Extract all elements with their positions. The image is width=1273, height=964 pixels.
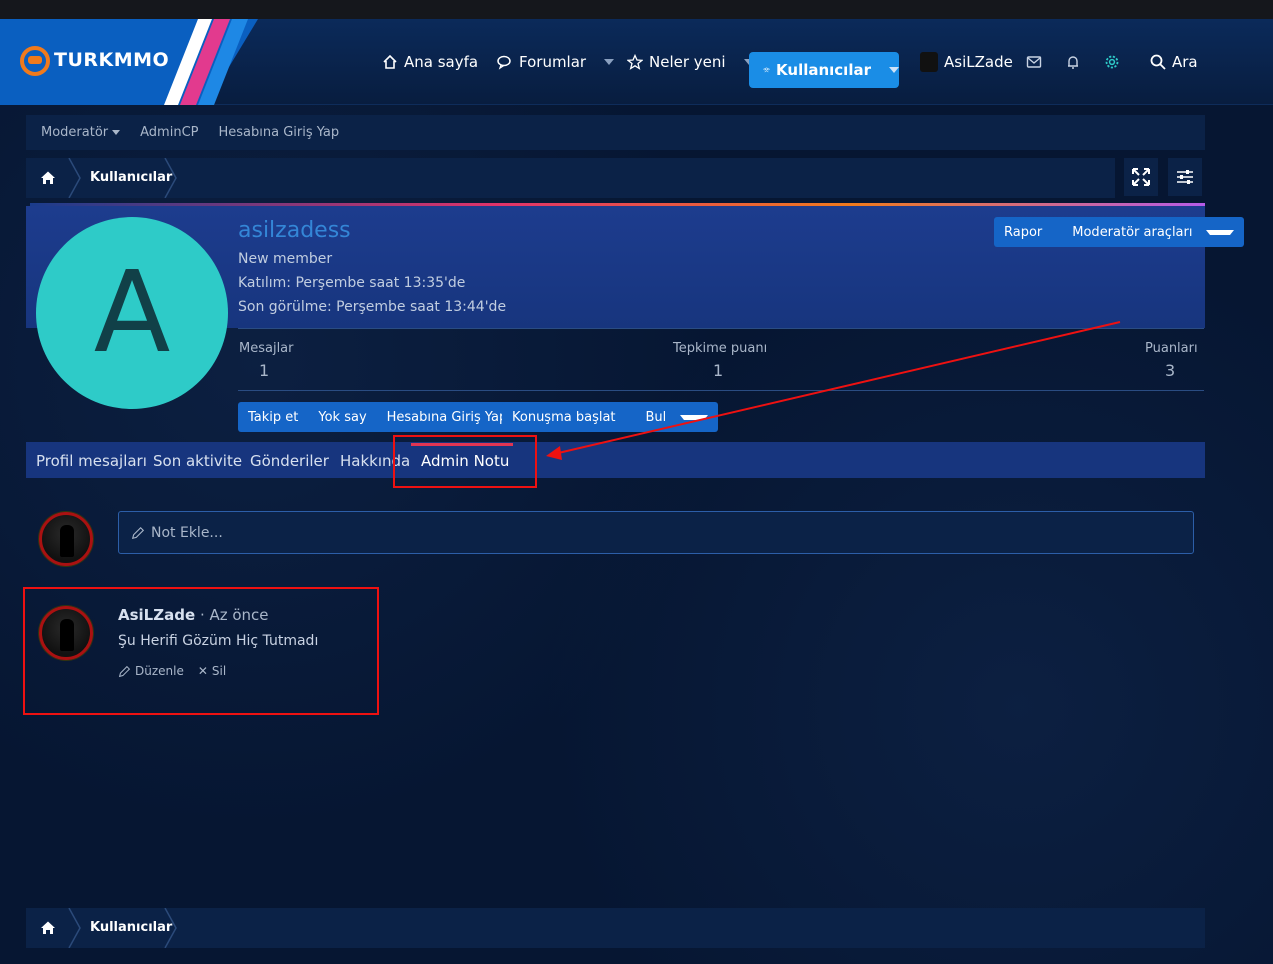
home-icon[interactable] bbox=[40, 920, 56, 936]
breadcrumb-members[interactable]: Kullanıcılar bbox=[90, 170, 172, 185]
nav-home[interactable]: Ana sayfa bbox=[382, 19, 478, 105]
profile-joined: Katılım: Perşembe saat 13:35'de bbox=[238, 275, 466, 291]
breadcrumb: Kullanıcılar bbox=[26, 158, 1115, 198]
stat-points-value[interactable]: 3 bbox=[1165, 361, 1175, 380]
profile-avatar[interactable]: A bbox=[36, 217, 228, 409]
star-icon bbox=[627, 54, 643, 70]
users-icon bbox=[763, 67, 770, 73]
nav-whats-new[interactable]: Neler yeni bbox=[627, 19, 754, 105]
breadcrumb-separator bbox=[68, 908, 81, 948]
stat-messages-label: Mesajlar bbox=[239, 341, 294, 356]
tab-profile-posts[interactable]: Profil mesajları bbox=[36, 452, 147, 470]
breadcrumb-separator bbox=[164, 908, 177, 948]
profile-username[interactable]: asilzadess bbox=[238, 218, 351, 243]
site-logo[interactable]: TURKMMO bbox=[54, 49, 169, 71]
nav-forums[interactable]: Forumlar bbox=[497, 19, 615, 105]
annotation-arrow bbox=[546, 321, 1121, 460]
subnav-moderator[interactable]: Moderatör bbox=[41, 125, 121, 140]
subnav-moderator-label: Moderatör bbox=[41, 125, 109, 140]
login-as-button[interactable]: Hesabına Giriş Yap bbox=[377, 410, 518, 425]
chevron-down-icon[interactable] bbox=[604, 59, 615, 65]
comments-icon bbox=[497, 55, 511, 70]
tab-latest-activity[interactable]: Son aktivite bbox=[153, 452, 242, 470]
gear-icon[interactable] bbox=[1104, 19, 1120, 105]
nav-user[interactable]: AsiLZade bbox=[920, 19, 1013, 105]
site-header: TURKMMO Ana sayfa Forumlar Neler yeni Ku… bbox=[0, 19, 1273, 105]
window-top-bar bbox=[0, 0, 1273, 19]
nav-search[interactable]: Ara bbox=[1150, 19, 1198, 105]
breadcrumb-separator bbox=[164, 158, 177, 198]
logo-stripes bbox=[164, 19, 248, 105]
expand-icon[interactable] bbox=[1124, 158, 1158, 196]
current-user-avatar[interactable] bbox=[39, 512, 93, 566]
nav-forums-label: Forumlar bbox=[519, 53, 587, 71]
tab-postings[interactable]: Gönderiler bbox=[250, 452, 329, 470]
breadcrumb-footer: Kullanıcılar bbox=[26, 908, 1205, 948]
annotation-box-note bbox=[23, 587, 379, 715]
profile-actions: Takip et Yok say Hesabına Giriş Yap bbox=[238, 402, 518, 432]
search-icon bbox=[1150, 54, 1166, 70]
profile-last-seen: Son görülme: Perşembe saat 13:44'de bbox=[238, 299, 507, 315]
nav-user-label: AsiLZade bbox=[944, 53, 1013, 71]
subnav-admincp[interactable]: AdminCP bbox=[140, 125, 198, 140]
home-icon[interactable] bbox=[40, 170, 56, 186]
nav-members-label: Kullanıcılar bbox=[776, 61, 871, 79]
inbox-icon[interactable] bbox=[1026, 19, 1042, 105]
home-icon bbox=[383, 54, 397, 69]
profile-top-actions: Rapor Moderatör araçları bbox=[994, 217, 1245, 247]
moderator-tools-button[interactable]: Moderatör araçları bbox=[1052, 225, 1244, 240]
sliders-icon[interactable] bbox=[1168, 158, 1202, 196]
report-button[interactable]: Rapor bbox=[994, 225, 1052, 240]
annotation-box-tab bbox=[393, 435, 537, 488]
stat-points-label: Puanları bbox=[1145, 341, 1198, 356]
ignore-button[interactable]: Yok say bbox=[308, 410, 376, 425]
nav-members[interactable]: Kullanıcılar bbox=[749, 52, 899, 88]
sub-navigation: Moderatör AdminCP Hesabına Giriş Yap bbox=[26, 115, 1205, 150]
add-note-input[interactable]: Not Ekle... bbox=[118, 511, 1194, 554]
pencil-icon bbox=[131, 526, 145, 539]
bell-icon[interactable] bbox=[1065, 19, 1081, 105]
nav-whats-new-label: Neler yeni bbox=[649, 53, 726, 71]
breadcrumb-separator bbox=[68, 158, 81, 198]
breadcrumb-members[interactable]: Kullanıcılar bbox=[90, 920, 172, 935]
stat-messages-value[interactable]: 1 bbox=[259, 361, 269, 380]
subnav-login-as[interactable]: Hesabına Giriş Yap bbox=[219, 125, 340, 140]
chevron-down-icon[interactable] bbox=[889, 67, 899, 73]
nav-home-label: Ana sayfa bbox=[404, 53, 479, 71]
chevron-down-icon bbox=[1206, 229, 1235, 235]
moderator-tools-label: Moderatör araçları bbox=[1072, 224, 1193, 240]
nav-search-label: Ara bbox=[1172, 53, 1198, 71]
follow-button[interactable]: Takip et bbox=[238, 410, 308, 425]
add-note-placeholder: Not Ekle... bbox=[151, 524, 223, 541]
chevron-down-icon bbox=[112, 130, 121, 135]
profile-user-title: New member bbox=[238, 251, 333, 267]
user-avatar-small bbox=[920, 52, 938, 72]
logo-icon[interactable] bbox=[20, 46, 50, 76]
